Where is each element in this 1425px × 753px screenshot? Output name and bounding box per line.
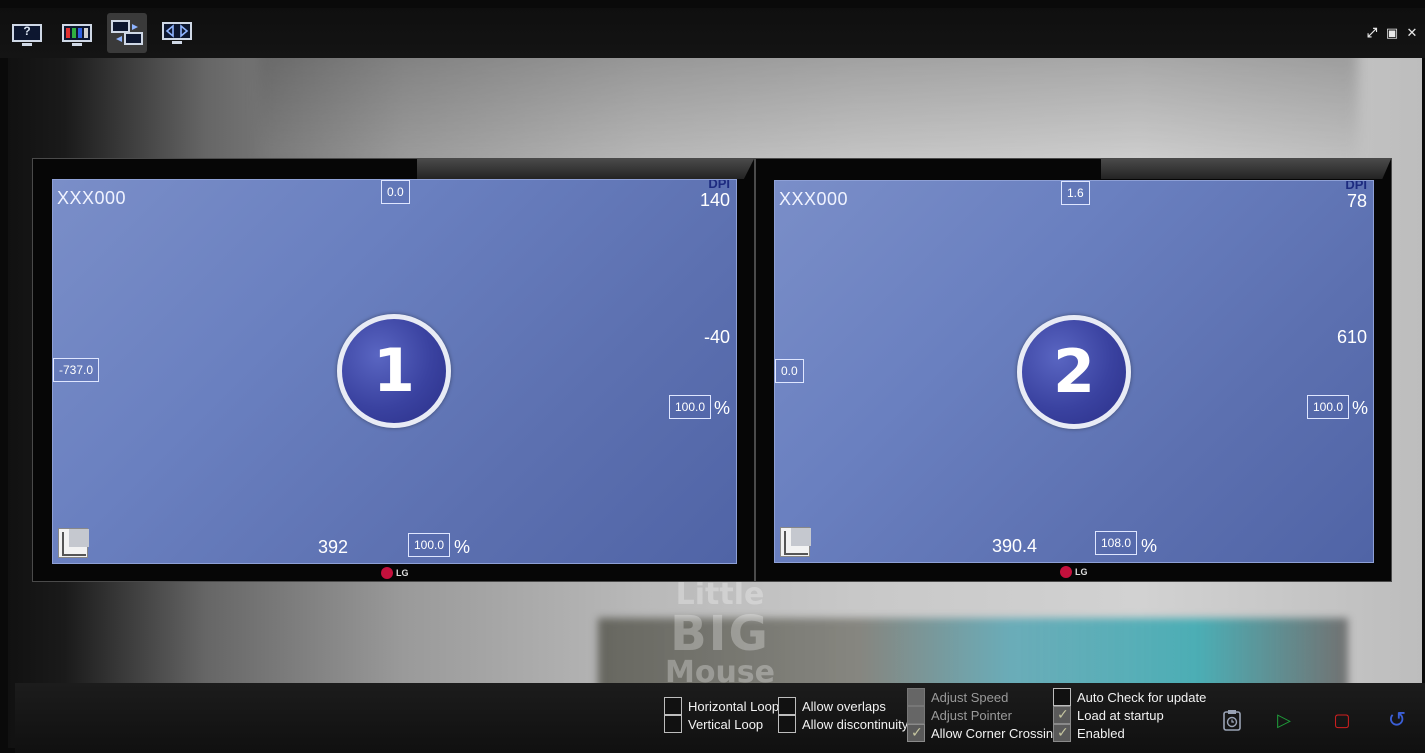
enabled-checkbox[interactable]: [1053, 724, 1071, 742]
monitor-frame-2[interactable]: XXX000 DPI 78 1.6 0.0 610 100.0 % 2 390.…: [755, 158, 1392, 582]
help-button[interactable]: ?: [7, 13, 47, 53]
allow-corner-crossing-option[interactable]: Allow Corner Crossing: [907, 724, 1060, 742]
allow-overlaps-label: Allow overlaps: [802, 698, 886, 714]
bottom-options-bar: Horizontal Loop Vertical Loop Allow over…: [15, 683, 1425, 753]
top-toolbar: ? ⤢ ▣ ✕: [0, 8, 1425, 58]
adjust-pointer-option: Adjust Pointer: [907, 706, 1012, 724]
horizontal-loop-checkbox[interactable]: [664, 697, 682, 715]
load-at-startup-checkbox[interactable]: [1053, 706, 1071, 724]
reload-icon: ↺: [1387, 707, 1407, 732]
ruler-icon[interactable]: [58, 528, 89, 558]
adjust-speed-label: Adjust Speed: [931, 689, 1009, 705]
auto-check-update-label: Auto Check for update: [1077, 689, 1207, 705]
enabled-option[interactable]: Enabled: [1053, 724, 1125, 742]
left-offset-field[interactable]: 0.0: [775, 359, 804, 383]
scale-bottom-field[interactable]: 108.0: [1095, 531, 1138, 555]
arrange-button[interactable]: [157, 13, 197, 53]
monitor-bezel-1: [417, 159, 754, 179]
top-offset-field[interactable]: 0.0: [381, 180, 410, 204]
reload-button[interactable]: ↺: [1377, 705, 1417, 735]
adjust-speed-checkbox: [907, 688, 925, 706]
ruler-icon[interactable]: [780, 527, 811, 557]
arrows-monitor-icon: [162, 22, 192, 44]
load-at-startup-label: Load at startup: [1077, 707, 1164, 723]
vertical-loop-checkbox[interactable]: [664, 715, 682, 733]
scale-bottom-percent: %: [454, 537, 471, 557]
monitor-name: XXX000: [779, 189, 849, 209]
monitor-screen-2[interactable]: XXX000 DPI 78 1.6 0.0 610 100.0 % 2 390.…: [774, 180, 1374, 563]
bottom-value: 390.4: [992, 536, 1038, 556]
right-value: -40: [703, 327, 730, 347]
monitor-name: XXX000: [57, 188, 127, 208]
watermark-line2: BIG: [670, 606, 770, 662]
scale-right-percent: %: [714, 398, 731, 418]
help-monitor-icon: ?: [12, 24, 42, 46]
maximize-button[interactable]: ▣: [1384, 25, 1400, 41]
monitor-bezel-2: [1101, 159, 1391, 179]
dpi-value: 140: [699, 190, 730, 210]
schedule-button[interactable]: [1212, 705, 1252, 735]
app-window: Little BIG Mouse ? ⤢ ▣ ✕ XXX000 DPI 140 …: [0, 0, 1425, 753]
color-bars-monitor-icon: [62, 24, 92, 46]
app-watermark: Little BIG Mouse: [655, 580, 785, 688]
close-icon: ✕: [1406, 25, 1418, 40]
pin-icon: ⤢: [1366, 25, 1378, 40]
scale-right-field[interactable]: 100.0: [669, 395, 712, 419]
allow-discontinuity-checkbox[interactable]: [778, 715, 796, 733]
brand-text: LG: [396, 568, 409, 578]
allow-corner-crossing-label: Allow Corner Crossing: [931, 725, 1061, 741]
allow-discontinuity-label: Allow discontinuity: [802, 716, 909, 732]
allow-overlaps-checkbox[interactable]: [778, 697, 796, 715]
enabled-label: Enabled: [1077, 725, 1125, 741]
scale-bottom-percent: %: [1141, 536, 1158, 556]
stop-button[interactable]: ▢: [1322, 705, 1362, 735]
multi-monitor-icon: [111, 20, 143, 45]
pin-button[interactable]: ⤢: [1364, 25, 1380, 41]
adjust-speed-option: Adjust Speed: [907, 688, 1008, 706]
help-glyph: ?: [23, 24, 31, 38]
clock-clipboard-icon: [1223, 710, 1241, 731]
allow-discontinuity-option[interactable]: Allow discontinuity: [778, 715, 908, 733]
bottom-value: 392: [318, 537, 349, 557]
brand-logo: LG: [381, 567, 409, 579]
horizontal-loop-label: Horizontal Loop: [688, 698, 780, 714]
load-at-startup-option[interactable]: Load at startup: [1053, 706, 1164, 724]
scale-right-field[interactable]: 100.0: [1307, 395, 1350, 419]
brand-text: LG: [1075, 567, 1088, 577]
vertical-loop-option[interactable]: Vertical Loop: [664, 715, 763, 733]
close-button[interactable]: ✕: [1404, 25, 1420, 41]
layout-button[interactable]: [107, 13, 147, 53]
play-icon: ▷: [1277, 709, 1291, 730]
monitor-frame-1[interactable]: XXX000 DPI 140 0.0 -737.0 -40 100.0 % 1 …: [32, 158, 755, 582]
allow-overlaps-option[interactable]: Allow overlaps: [778, 697, 886, 715]
dpi-value: 78: [1346, 191, 1367, 211]
vertical-loop-label: Vertical Loop: [688, 716, 764, 732]
adjust-pointer-checkbox: [907, 706, 925, 724]
colors-button[interactable]: [57, 13, 97, 53]
monitor-number-badge: 1: [337, 314, 451, 428]
start-button[interactable]: ▷: [1264, 705, 1304, 735]
lg-logo-icon: [381, 567, 393, 579]
scale-bottom-field[interactable]: 100.0: [408, 533, 451, 557]
stop-icon: ▢: [1333, 709, 1351, 730]
adjust-pointer-label: Adjust Pointer: [931, 707, 1012, 723]
monitor-screen-1[interactable]: XXX000 DPI 140 0.0 -737.0 -40 100.0 % 1 …: [52, 179, 737, 564]
top-offset-field[interactable]: 1.6: [1061, 181, 1090, 205]
maximize-icon: ▣: [1385, 25, 1399, 40]
auto-check-update-checkbox[interactable]: [1053, 688, 1071, 706]
allow-corner-crossing-checkbox[interactable]: [907, 724, 925, 742]
horizontal-loop-option[interactable]: Horizontal Loop: [664, 697, 779, 715]
left-offset-field[interactable]: -737.0: [53, 358, 100, 382]
scale-right-percent: %: [1352, 398, 1369, 418]
monitor-number-badge: 2: [1017, 315, 1131, 429]
right-value: 610: [1336, 327, 1367, 347]
auto-check-update-option[interactable]: Auto Check for update: [1053, 688, 1206, 706]
brand-logo: LG: [1060, 566, 1088, 578]
lg-logo-icon: [1060, 566, 1072, 578]
